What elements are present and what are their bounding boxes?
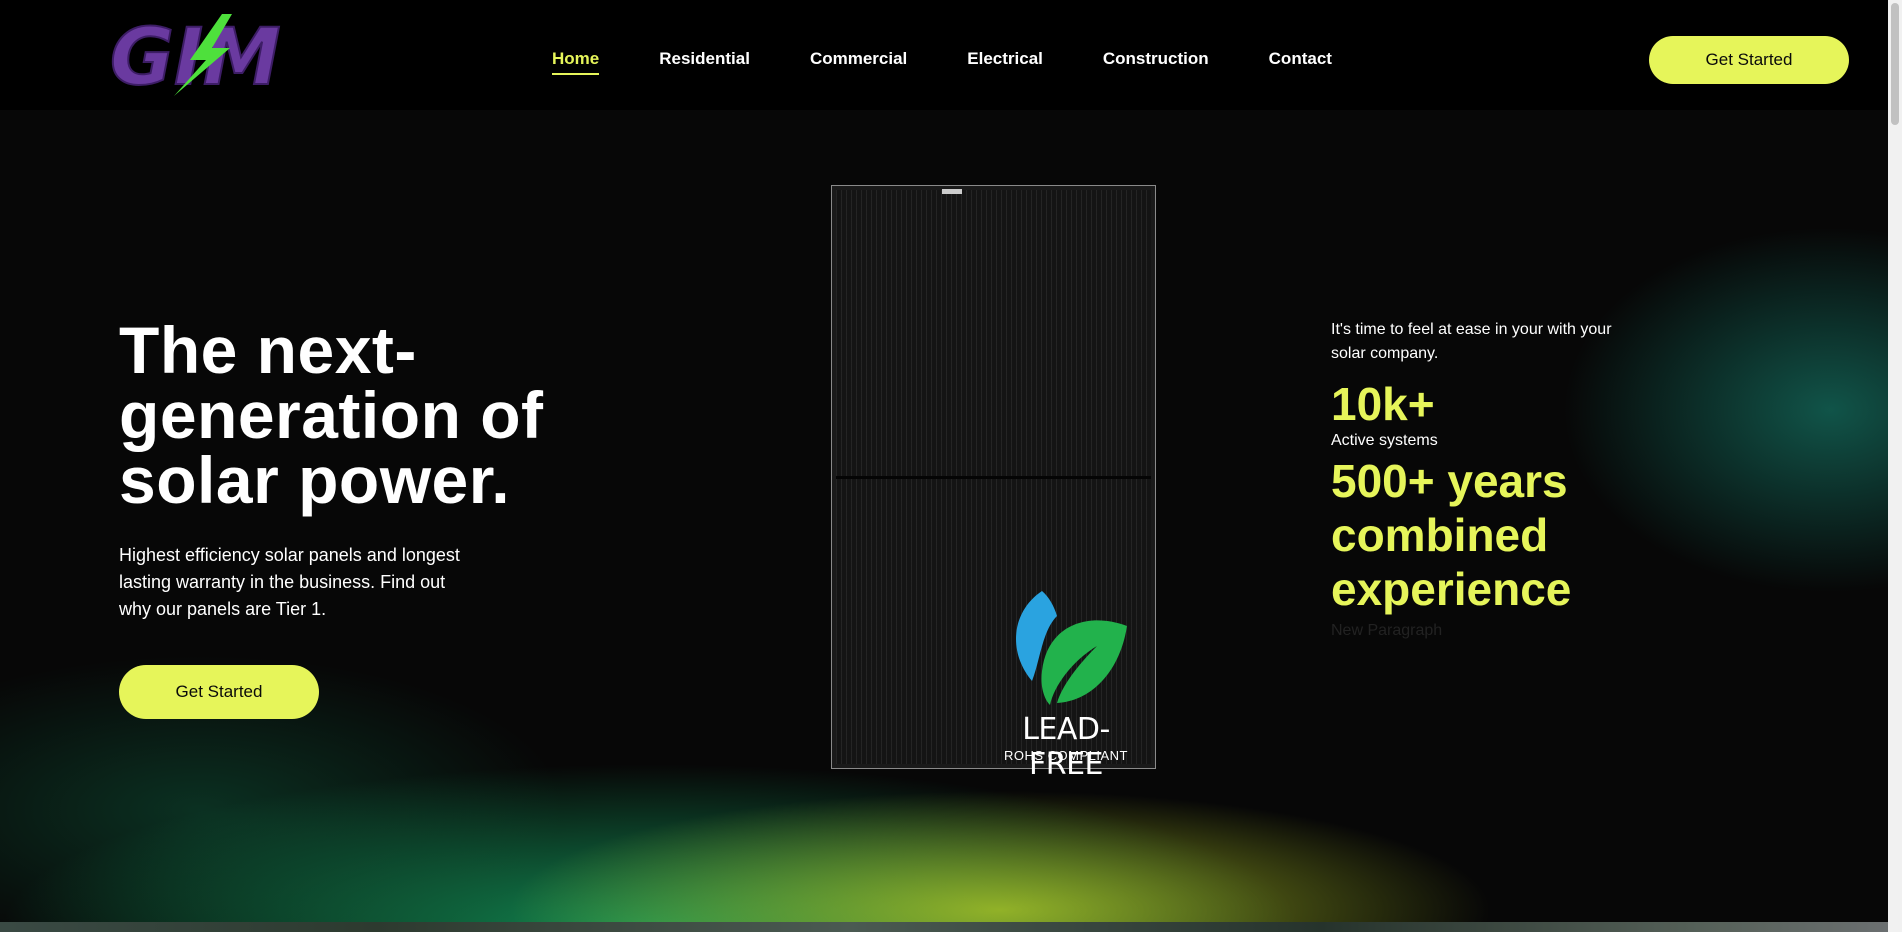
panel-divider — [836, 476, 1151, 479]
gim-logo[interactable]: GIM — [110, 12, 305, 98]
leaf-icon — [1015, 591, 1127, 705]
solar-panel-image: LEAD-FREE ROHS COMPLIANT — [831, 185, 1156, 782]
lead-free-badge: LEAD-FREE — [1022, 712, 1110, 782]
site-header: GIM Home Residential Commercial Electric… — [0, 0, 1888, 110]
rohs-compliant-label: ROHS COMPLIANT — [1003, 748, 1128, 763]
nav-construction[interactable]: Construction — [1103, 49, 1209, 75]
hero-get-started-button[interactable]: Get Started — [119, 665, 319, 719]
stat-value-active-systems: 10k+ — [1331, 378, 1435, 430]
nav-electrical[interactable]: Electrical — [967, 49, 1043, 75]
hero-title: The next-generation of solar power. — [119, 313, 544, 517]
stat-label-active-systems: Active systems — [1331, 432, 1438, 449]
header-get-started-button[interactable]: Get Started — [1649, 36, 1849, 84]
stats-block: It's time to feel at ease in your with y… — [1331, 318, 1621, 640]
nav-contact[interactable]: Contact — [1269, 49, 1332, 75]
hero-description: Highest efficiency solar panels and long… — [119, 545, 460, 619]
panel-junction-tab — [942, 189, 962, 194]
stat-value-experience: 500+ years combined experience — [1331, 455, 1572, 615]
nav-residential[interactable]: Residential — [659, 49, 750, 75]
main-nav: Home Residential Commercial Electrical C… — [552, 49, 1392, 75]
placeholder-paragraph: New Paragraph — [1331, 622, 1443, 639]
aerial-photo-strip — [0, 922, 1888, 932]
stats-intro: It's time to feel at ease in your with y… — [1331, 321, 1612, 362]
scrollbar-thumb[interactable] — [1891, 3, 1899, 125]
page-scrollbar[interactable] — [1888, 0, 1902, 932]
nav-commercial[interactable]: Commercial — [810, 49, 907, 75]
nav-home[interactable]: Home — [552, 49, 600, 75]
